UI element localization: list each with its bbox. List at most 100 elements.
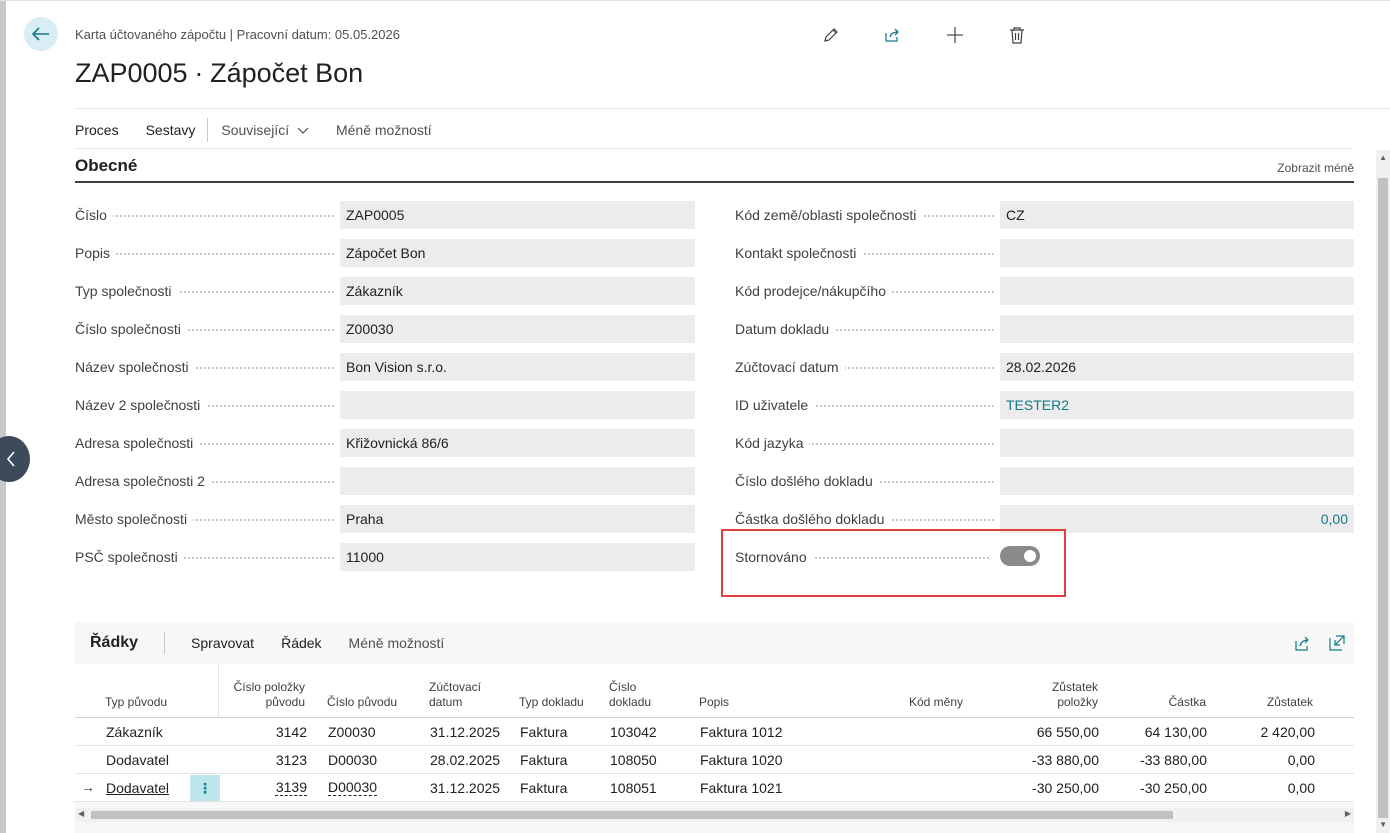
menu-proces[interactable]: Proces xyxy=(75,122,119,138)
field-value-kod-zeme[interactable]: CZ xyxy=(1000,201,1354,229)
cell-cislo-dokladu: 103042 xyxy=(610,724,657,740)
cell-cislo-puvodu[interactable]: D00030 xyxy=(328,780,378,796)
delete-icon[interactable] xyxy=(1006,22,1028,48)
action-bar: Proces Sestavy Související Méně možností xyxy=(75,112,459,148)
field-value-adresa-spolecnosti[interactable]: Křižovnická 86/6 xyxy=(340,429,695,457)
field-label-text: Částka došlého dokladu xyxy=(735,511,891,527)
field-kod-jazyka: Kód jazyka xyxy=(735,429,1354,457)
new-icon[interactable] xyxy=(944,22,966,48)
share-icon[interactable] xyxy=(882,22,904,48)
field-value-cislo[interactable]: ZAP0005 xyxy=(340,201,695,229)
toolbar-separator xyxy=(164,632,166,654)
section-underline xyxy=(75,181,1354,183)
field-label: Kontakt společnosti xyxy=(735,245,1000,261)
field-value-popis[interactable]: Zápočet Bon xyxy=(340,239,695,267)
field-value-psc-spolecnosti[interactable]: 11000 xyxy=(340,543,695,571)
field-value-kod-prodejce[interactable] xyxy=(1000,277,1354,305)
field-value-nazev-spolecnosti[interactable]: Bon Vision s.r.o. xyxy=(340,353,695,381)
field-adresa-spolecnosti: Adresa společnosti Křižovnická 86/6 xyxy=(75,429,695,457)
back-button[interactable] xyxy=(24,17,58,51)
edit-icon[interactable] xyxy=(820,22,842,48)
col-cislo-puvodu[interactable]: Číslo původu xyxy=(327,695,397,710)
field-cislo-spolecnosti: Číslo společnosti Z00030 xyxy=(75,315,695,343)
field-label-text: Adresa společnosti xyxy=(75,435,200,451)
field-value-kontakt-spolecnosti[interactable] xyxy=(1000,239,1354,267)
vertical-scrollbar-thumb[interactable] xyxy=(1378,178,1388,818)
field-typ-spolecnosti: Typ společnosti Zákazník xyxy=(75,277,695,305)
col-kod-meny[interactable]: Kód měny xyxy=(909,695,963,710)
collapse-panel-button[interactable] xyxy=(0,436,30,482)
divider xyxy=(75,108,1390,109)
table-row-selected[interactable]: → Dodavatel ⋮ 3139 D00030 31.12.2025 Fak… xyxy=(75,774,1354,802)
col-cislo-polozky-puvodu[interactable]: Číslo položky původu xyxy=(225,680,305,710)
field-value-typ-spolecnosti[interactable]: Zákazník xyxy=(340,277,695,305)
col-zustatek[interactable]: Zůstatek xyxy=(1235,695,1313,710)
field-zuctovaci-datum: Zúčtovací datum 28.02.2026 xyxy=(735,353,1354,381)
field-label-text: Město společnosti xyxy=(75,511,194,527)
show-less-link[interactable]: Zobrazit méně xyxy=(1277,161,1354,175)
field-label: PSČ společnosti xyxy=(75,549,340,565)
field-label-text: Kód jazyka xyxy=(735,435,810,451)
col-castka[interactable]: Částka xyxy=(1135,695,1206,710)
cell-datum: 28.02.2025 xyxy=(430,752,501,768)
field-kod-prodejce: Kód prodejce/nákupčího xyxy=(735,277,1354,305)
col-label-line: položky xyxy=(1057,695,1098,709)
col-label-line: dokladu xyxy=(609,695,652,709)
field-value-adresa-spolecnosti-2[interactable] xyxy=(340,467,695,495)
field-value-cislo-spolecnosti[interactable]: Z00030 xyxy=(340,315,695,343)
cell-datum: 31.12.2025 xyxy=(430,780,501,796)
cell-zustatek: 2 420,00 xyxy=(1260,724,1316,740)
cell-typ-dokladu: Faktura xyxy=(520,724,568,740)
horizontal-scrollbar-thumb[interactable] xyxy=(91,811,1173,819)
scroll-down-icon[interactable]: ▼ xyxy=(1379,820,1387,829)
lines-grid: Typ původu Číslo položky původu Číslo pů… xyxy=(75,664,1354,802)
top-border xyxy=(0,0,1390,1)
expand-icon[interactable] xyxy=(1328,634,1346,652)
field-label-text: Název společnosti xyxy=(75,359,195,375)
col-zuctovaci-datum[interactable]: Zúčtovací datum xyxy=(429,680,481,710)
cell-cislo-polozky[interactable]: 3139 xyxy=(275,780,307,796)
horizontal-scrollbar[interactable]: ◀ ▶ xyxy=(75,808,1354,822)
cell-castka: -30 250,00 xyxy=(1140,780,1207,796)
field-psc-spolecnosti: PSČ společnosti 11000 xyxy=(75,543,695,571)
col-typ-puvodu[interactable]: Typ původu xyxy=(105,695,167,710)
field-value-id-uzivatele[interactable]: TESTER2 xyxy=(1000,391,1354,419)
field-cislo: Číslo ZAP0005 xyxy=(75,201,695,229)
cell-cislo-puvodu: Z00030 xyxy=(328,724,376,740)
col-cislo-dokladu[interactable]: Číslo dokladu xyxy=(609,680,651,710)
field-value-nazev-2-spolecnosti[interactable] xyxy=(340,391,695,419)
scroll-up-icon[interactable]: ▲ xyxy=(1379,153,1387,162)
table-row[interactable]: Zákazník 3142 Z00030 31.12.2025 Faktura … xyxy=(75,718,1354,746)
cell-typ[interactable]: Dodavatel xyxy=(106,780,169,796)
lines-less-options[interactable]: Méně možností xyxy=(349,635,445,651)
field-value-zuctovaci-datum[interactable]: 28.02.2026 xyxy=(1000,353,1354,381)
field-label-text: Kód prodejce/nákupčího xyxy=(735,283,892,299)
col-typ-dokladu[interactable]: Typ dokladu xyxy=(519,695,584,710)
lines-radek[interactable]: Řádek xyxy=(281,635,321,651)
lines-title: Řádky xyxy=(90,634,139,651)
field-value-kod-jazyka[interactable] xyxy=(1000,429,1354,457)
col-zustatek-polozky[interactable]: Zůstatek položky xyxy=(1025,680,1098,710)
field-value-datum-dokladu[interactable] xyxy=(1000,315,1354,343)
row-actions-button[interactable]: ⋮ xyxy=(190,775,220,801)
field-value-cislo-dosleho-dokladu[interactable] xyxy=(1000,467,1354,495)
cell-castka: 64 130,00 xyxy=(1144,724,1207,740)
share-icon[interactable] xyxy=(1294,634,1312,652)
field-popis: Popis Zápočet Bon xyxy=(75,239,695,267)
menu-less-options[interactable]: Méně možností xyxy=(336,122,432,138)
col-label-line: Zůstatek xyxy=(1051,680,1098,694)
cell-popis: Faktura 1021 xyxy=(700,780,783,796)
lines-spravovat[interactable]: Spravovat xyxy=(191,635,254,651)
scroll-right-icon[interactable]: ▶ xyxy=(1345,809,1351,818)
scroll-left-icon[interactable]: ◀ xyxy=(78,809,84,818)
col-popis[interactable]: Popis xyxy=(699,695,729,710)
field-mesto-spolecnosti: Město společnosti Praha xyxy=(75,505,695,533)
menu-souvisejici[interactable]: Související xyxy=(221,122,309,138)
field-label: Název společnosti xyxy=(75,359,340,375)
field-label: Adresa společnosti xyxy=(75,435,340,451)
field-value-mesto-spolecnosti[interactable]: Praha xyxy=(340,505,695,533)
field-label: Číslo společnosti xyxy=(75,321,340,337)
table-row[interactable]: Dodavatel 3123 D00030 28.02.2025 Faktura… xyxy=(75,746,1354,774)
field-label-text: ID uživatele xyxy=(735,397,815,413)
menu-sestavy[interactable]: Sestavy xyxy=(146,122,196,138)
